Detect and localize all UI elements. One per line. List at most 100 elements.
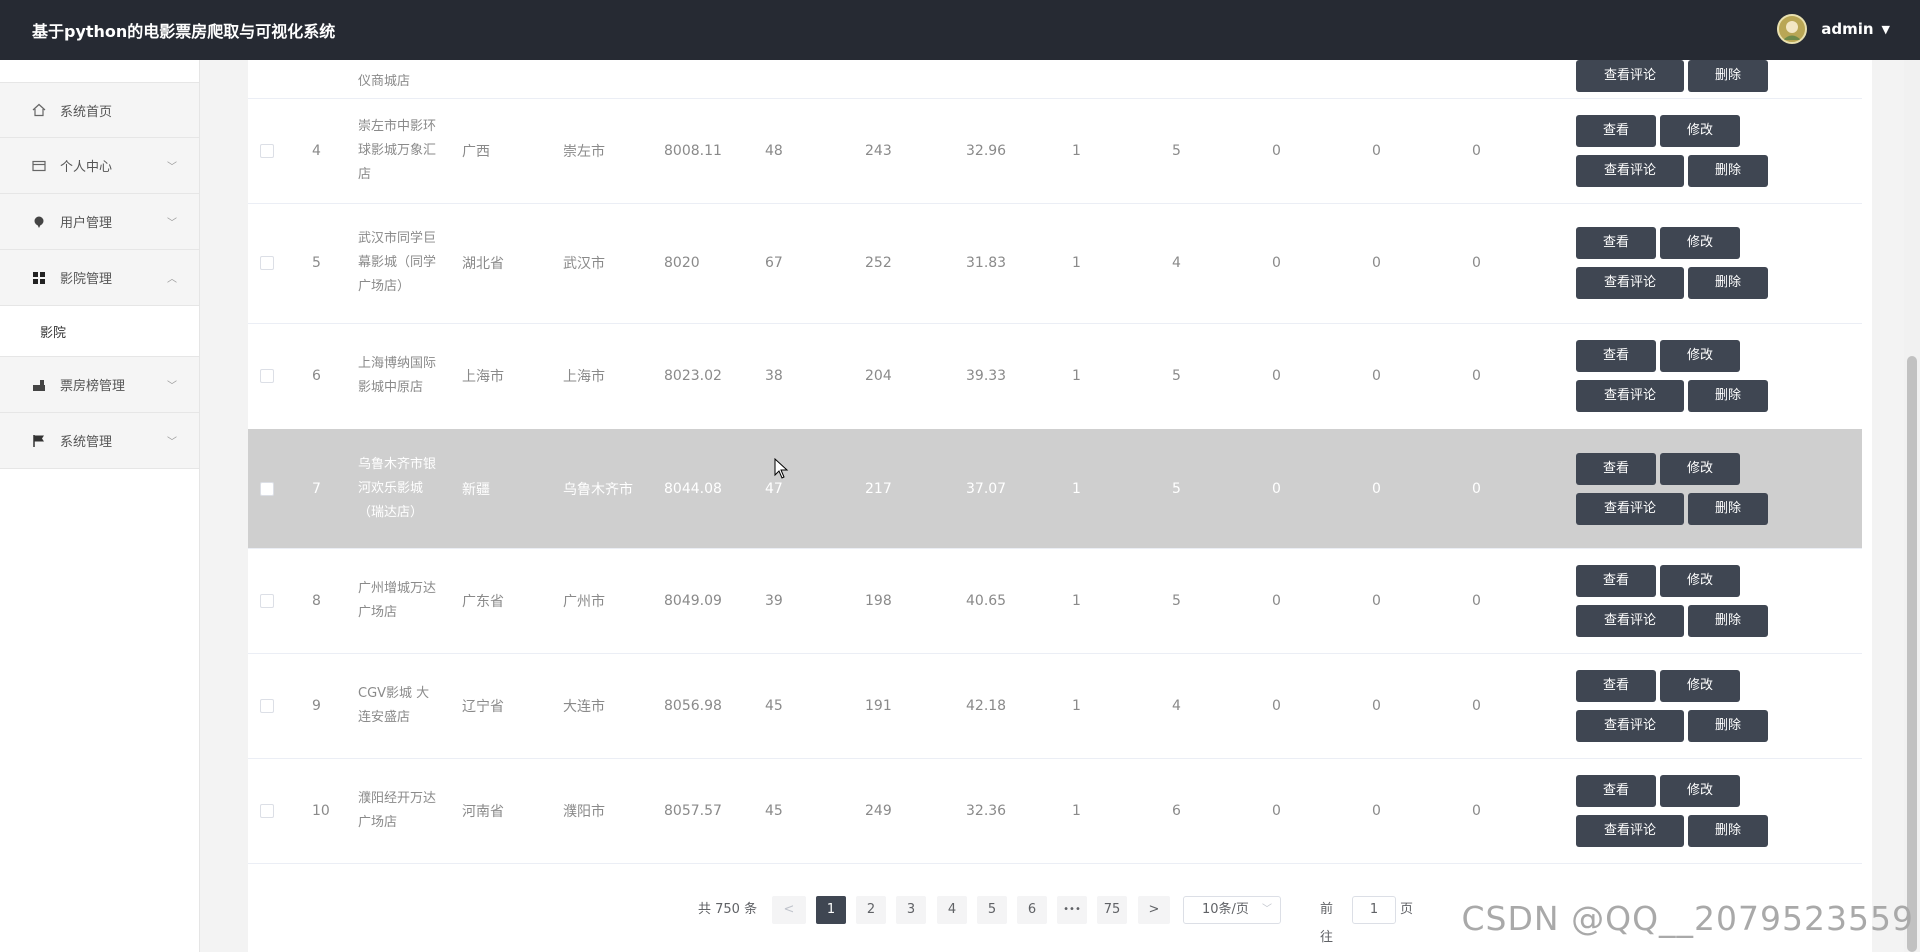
value-cell: 0 [1472,697,1481,714]
value-cell: 6 [1172,802,1181,819]
goto-page-input[interactable]: 1 [1352,896,1396,924]
caret-down-icon[interactable]: ▼ [1882,23,1890,36]
table-row[interactable]: 4 崇左市中影环球影城万象汇店 广西 崇左市 8008.11 48 243 32… [248,98,1862,204]
value-cell: 0 [1372,255,1381,271]
page-button[interactable]: 75 [1097,896,1127,924]
value-cell: 0 [1272,592,1281,609]
avatar-icon [1779,16,1806,42]
username[interactable]: admin [1821,20,1873,38]
sidebar-item-label: 票房榜管理 [60,379,126,394]
next-page-button[interactable]: > [1138,896,1170,924]
value-cell: 0 [1372,142,1381,159]
scrollbar-thumb[interactable] [1907,356,1917,952]
edit-button[interactable]: 修改 [1660,114,1740,147]
sidebar-item-home[interactable]: 系统首页 [0,82,199,138]
row-checkbox[interactable] [260,698,274,713]
page-button[interactable]: 4 [937,896,967,924]
city-cell: 大连市 [563,698,605,715]
table-row[interactable]: 10 濮阳经开万达广场店 河南省 濮阳市 8057.57 45 249 32.3… [248,758,1862,864]
delete-button[interactable]: 删除 [1688,492,1768,525]
value-cell: 32.96 [966,142,1007,159]
row-actions: 查看 修改 查看评论 删除 [1576,336,1776,416]
row-checkbox[interactable] [260,481,274,496]
view-comments-button[interactable]: 查看评论 [1576,492,1684,525]
view-comments-button[interactable]: 查看评论 [1576,267,1684,299]
cinema-name: 广州增城万达广场店 [358,580,437,620]
delete-button[interactable]: 删除 [1688,154,1768,187]
sidebar-item-label: 影院管理 [60,272,113,287]
value-cell: 0 [1372,368,1381,384]
more-pages-button[interactable]: ••• [1057,896,1087,924]
view-button[interactable]: 查看 [1576,114,1656,147]
view-button[interactable]: 查看 [1576,774,1656,807]
view-comments-button[interactable]: 查看评论 [1576,814,1684,847]
value-cell: 1 [1072,697,1081,714]
edit-button[interactable]: 修改 [1660,564,1740,597]
view-button[interactable]: 查看 [1576,452,1656,485]
table-row[interactable]: 8 广州增城万达广场店 广东省 广州市 8049.09 39 198 40.65… [248,548,1862,654]
page-button[interactable]: 3 [896,896,926,924]
chevron-down-icon: ﹀ [167,218,177,229]
delete-button[interactable]: 删除 [1688,814,1768,847]
table-row[interactable]: 5 武汉市同学巨幕影城（同学广场店） 湖北省 武汉市 8020 67 252 3… [248,203,1862,324]
scrollbar[interactable] [1904,60,1920,952]
view-comments-button[interactable]: 查看评论 [1576,380,1684,412]
value-cell: 8020 [664,255,700,271]
value-cell: 47 [765,480,783,497]
flag-icon [30,434,48,448]
page-button[interactable]: 6 [1017,896,1047,924]
province-cell: 新疆 [462,481,490,498]
avatar[interactable] [1777,14,1808,44]
view-comments-button[interactable]: 查看评论 [1576,604,1684,637]
delete-button[interactable]: 删除 [1688,604,1768,637]
delete-button[interactable]: 删除 [1688,60,1768,92]
sidebar-subitem-label: 影院 [40,325,67,341]
sidebar-item-box-office-ranking[interactable]: 票房榜管理 ﹀ [0,357,199,413]
page-button[interactable]: 1 [816,896,846,924]
sidebar-item-personal-center[interactable]: 个人中心 ﹀ [0,138,199,194]
province-cell: 广东省 [462,593,504,610]
edit-button[interactable]: 修改 [1660,669,1740,702]
delete-button[interactable]: 删除 [1688,709,1768,742]
delete-button[interactable]: 删除 [1688,267,1768,299]
view-button[interactable]: 查看 [1576,564,1656,597]
value-cell: 0 [1372,480,1381,497]
edit-button[interactable]: 修改 [1660,452,1740,485]
value-cell: 39 [765,592,783,609]
view-button[interactable]: 查看 [1576,669,1656,702]
sidebar-item-system-management[interactable]: 系统管理 ﹀ [0,413,199,469]
edit-button[interactable]: 修改 [1660,227,1740,259]
sidebar-item-user-management[interactable]: 用户管理 ﹀ [0,194,199,250]
page-button[interactable]: 5 [977,896,1007,924]
row-checkbox[interactable] [260,593,274,608]
row-actions: 查看 修改 查看评论 删除 [1576,223,1776,303]
row-checkbox[interactable] [260,256,274,270]
sidebar-item-cinema-management[interactable]: 影院管理 ︿ [0,250,199,306]
page-size-select[interactable]: 10条/页 ﹀ [1183,896,1281,924]
row-index: 7 [312,480,321,497]
view-button[interactable]: 查看 [1576,340,1656,372]
province-cell: 湖北省 [462,256,504,272]
table-row[interactable]: 7 乌鲁木齐市银河欢乐影城（瑞达店） 新疆 乌鲁木齐市 8044.08 47 2… [248,429,1862,549]
row-checkbox[interactable] [260,143,274,158]
edit-button[interactable]: 修改 [1660,340,1740,372]
chevron-down-icon: ﹀ [167,381,177,392]
view-button[interactable]: 查看 [1576,227,1656,259]
view-comments-button[interactable]: 查看评论 [1576,709,1684,742]
table-row[interactable]: 6 上海博纳国际影城中原店 上海市 上海市 8023.02 38 204 39.… [248,323,1862,430]
grid-icon [30,271,48,285]
row-checkbox[interactable] [260,369,274,383]
value-cell: 0 [1472,255,1481,271]
value-cell: 4 [1172,255,1181,271]
row-checkbox[interactable] [260,803,274,818]
delete-button[interactable]: 删除 [1688,380,1768,412]
edit-button[interactable]: 修改 [1660,774,1740,807]
view-comments-button[interactable]: 查看评论 [1576,154,1684,187]
page-button[interactable]: 2 [856,896,886,924]
province-cell: 河南省 [462,803,504,820]
prev-page-button[interactable]: < [772,896,806,924]
user-menu[interactable]: admin ▼ [1777,14,1890,44]
table-row[interactable]: 9 CGV影城 大连安盛店 辽宁省 大连市 8056.98 45 191 42.… [248,653,1862,759]
view-comments-button[interactable]: 查看评论 [1576,60,1684,92]
sidebar-subitem-cinema[interactable]: 影院 [0,306,199,357]
